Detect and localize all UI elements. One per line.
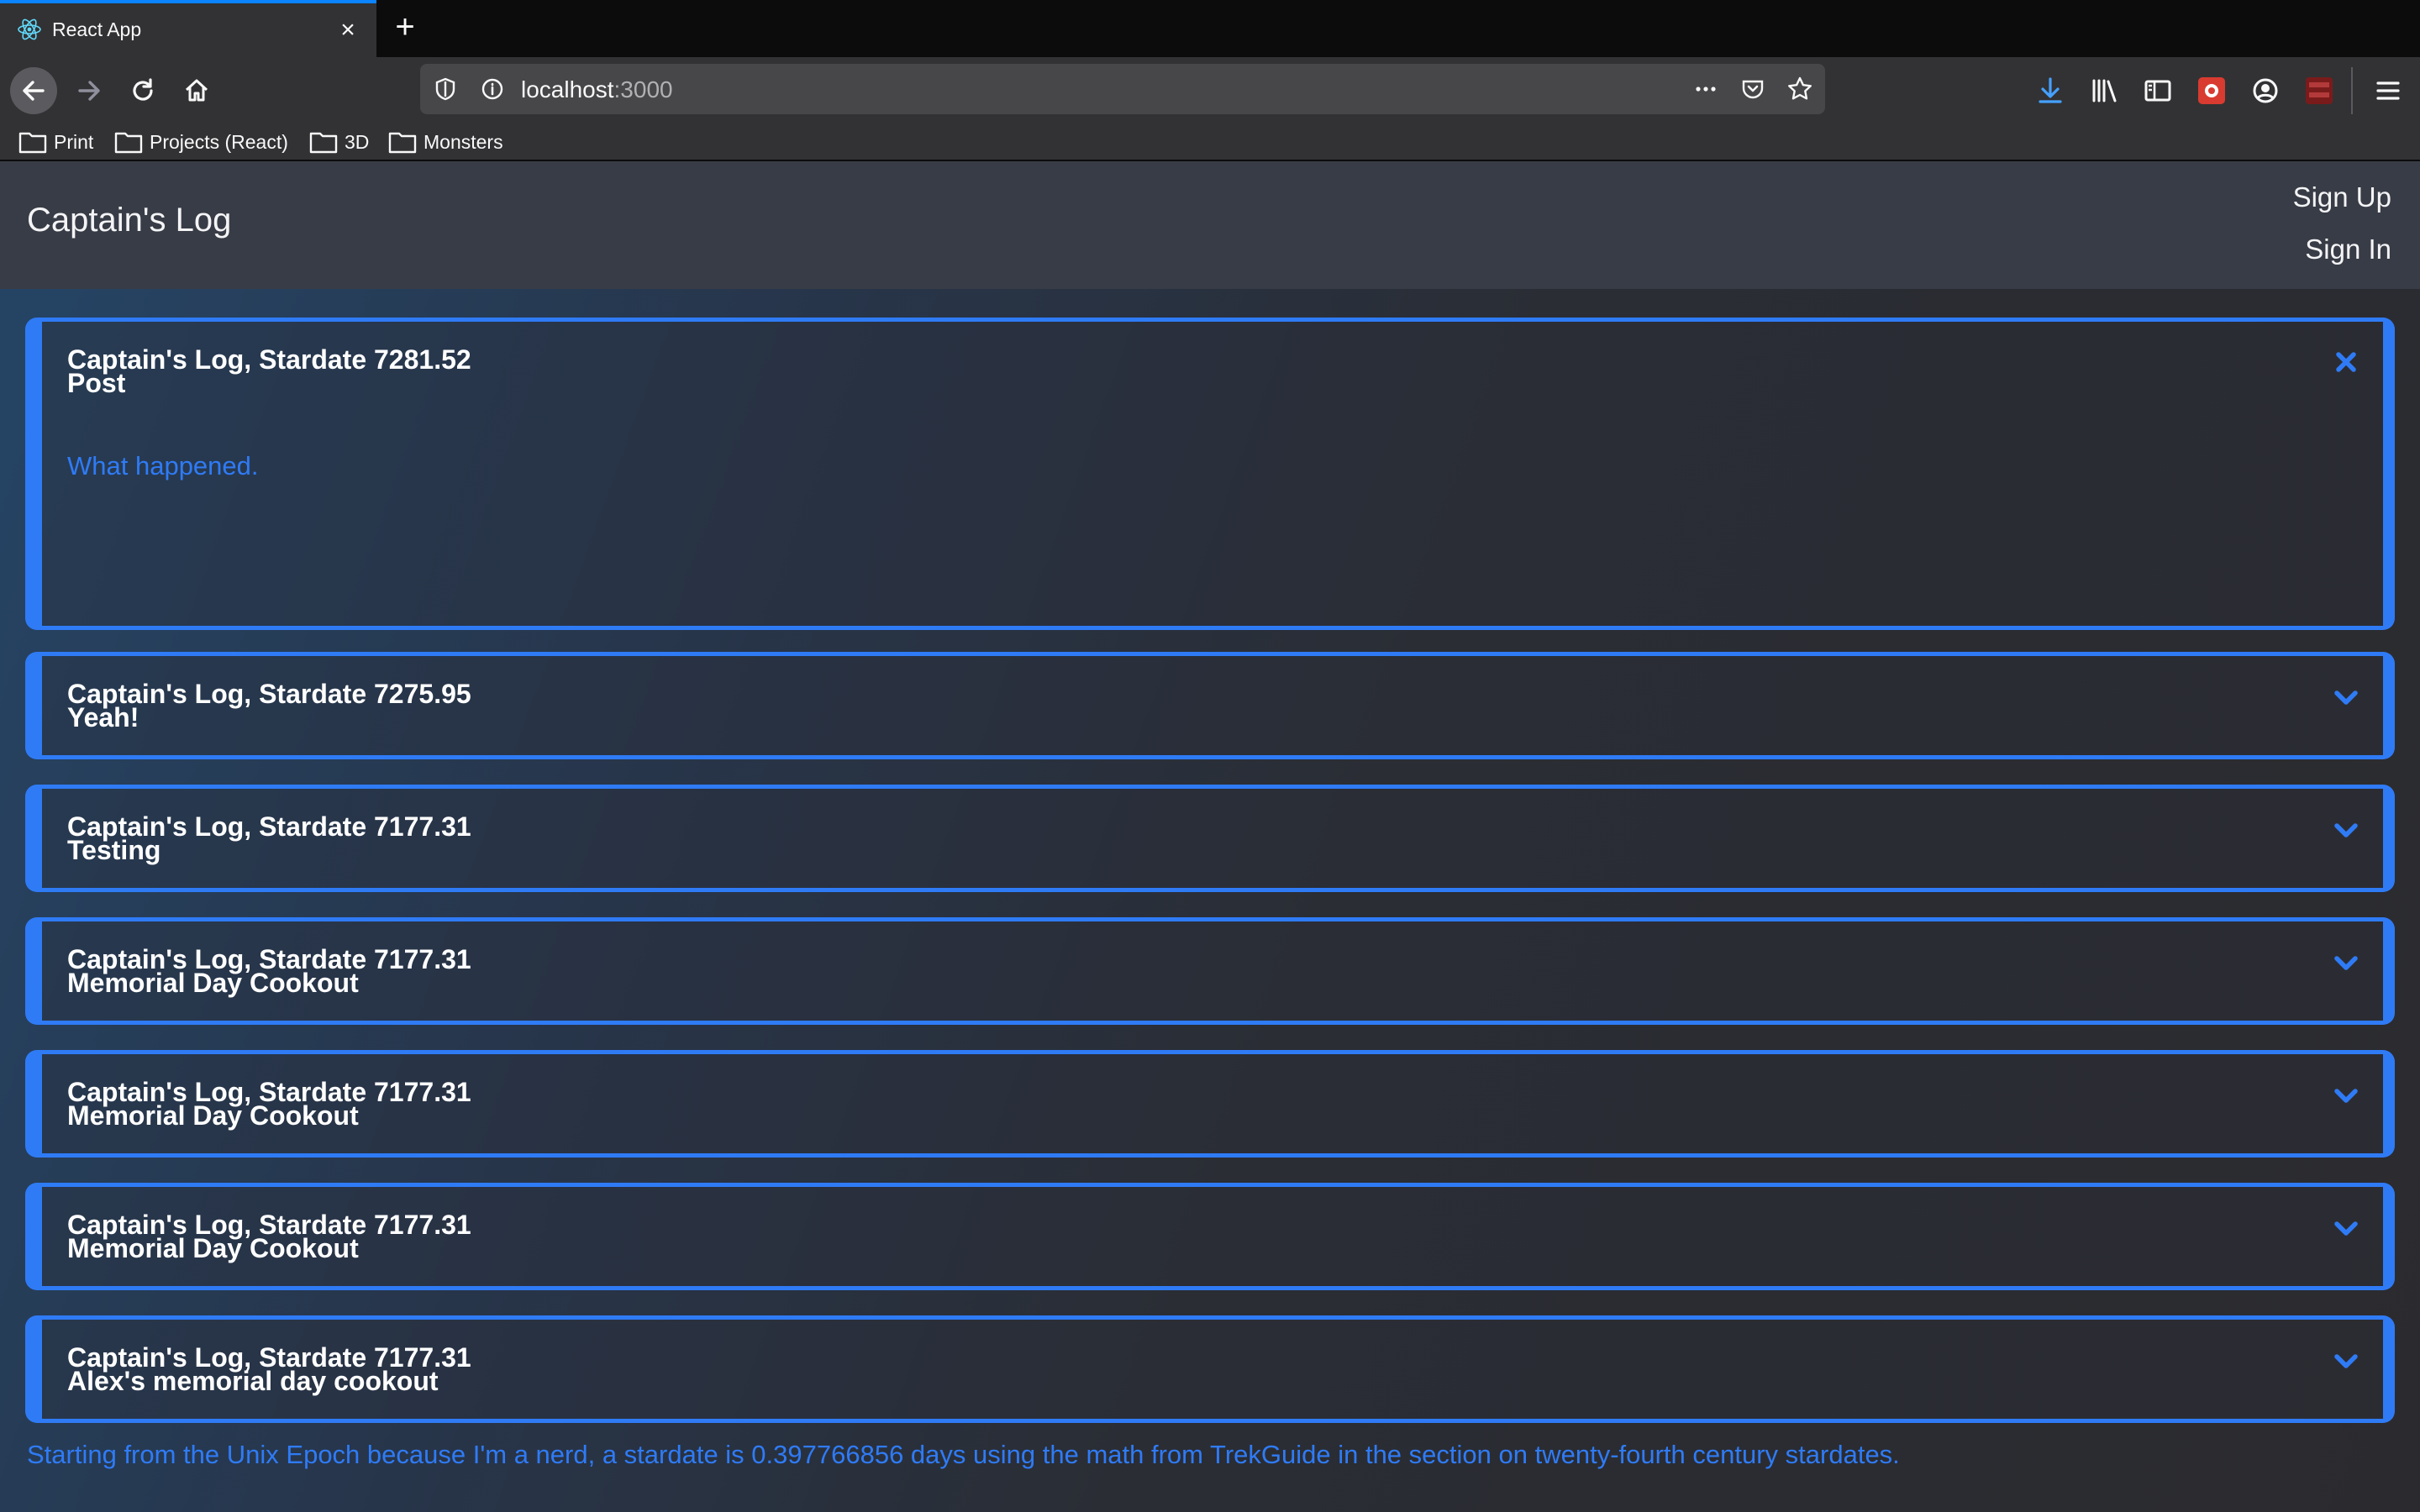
log-entry[interactable]: Captain's Log, Stardate 7177.31 Memorial… bbox=[25, 1183, 2395, 1290]
bookmark-folder-print[interactable]: Print bbox=[18, 128, 93, 156]
sidebar-icon[interactable] bbox=[2141, 74, 2175, 108]
browser-tab[interactable]: React App × bbox=[0, 0, 376, 57]
bookmark-star-icon[interactable] bbox=[1786, 76, 1813, 102]
entry-subtitle: Memorial Day Cookout bbox=[67, 1233, 359, 1263]
bookmark-label: Projects (React) bbox=[150, 130, 288, 153]
chevron-down-icon[interactable] bbox=[2331, 1214, 2361, 1244]
bookmark-label: Print bbox=[54, 130, 94, 153]
shield-icon[interactable] bbox=[432, 76, 459, 102]
entry-subtitle: Memorial Day Cookout bbox=[67, 968, 359, 998]
folder-icon bbox=[388, 132, 417, 154]
bookmark-label: Monsters bbox=[424, 130, 503, 153]
folder-icon bbox=[309, 132, 338, 154]
reload-button[interactable] bbox=[119, 67, 166, 114]
bookmark-label: 3D bbox=[345, 130, 370, 153]
app-header: Captain's Log Sign Up Sign In bbox=[0, 161, 2420, 289]
forward-button[interactable] bbox=[66, 67, 113, 114]
chevron-down-icon[interactable] bbox=[2331, 683, 2361, 713]
browser-tab-strip: React App × + bbox=[0, 0, 2420, 57]
entry-subtitle: Memorial Day Cookout bbox=[67, 1100, 359, 1131]
entry-subtitle: Alex's memorial day cookout bbox=[67, 1366, 439, 1396]
url-bar[interactable]: localhost:3000 bbox=[420, 64, 1825, 114]
bookmark-folder-monsters[interactable]: Monsters bbox=[388, 128, 503, 156]
chevron-down-icon[interactable] bbox=[2331, 948, 2361, 979]
entry-subtitle: Testing bbox=[67, 835, 161, 865]
info-icon[interactable] bbox=[479, 76, 506, 102]
home-button[interactable] bbox=[173, 67, 220, 114]
cors-extension-icon[interactable] bbox=[2302, 74, 2336, 108]
menu-icon[interactable] bbox=[2371, 74, 2405, 108]
reload-icon bbox=[133, 78, 153, 101]
entry-body: What happened. bbox=[67, 451, 259, 480]
chevron-down-icon[interactable] bbox=[2331, 816, 2361, 846]
more-actions-icon[interactable] bbox=[1692, 76, 1719, 102]
home-icon bbox=[185, 79, 208, 102]
downloads-icon[interactable] bbox=[2033, 74, 2067, 108]
url-text[interactable]: localhost:3000 bbox=[521, 76, 673, 103]
new-tab-icon[interactable]: + bbox=[388, 10, 422, 44]
entry-subtitle: Post bbox=[67, 368, 126, 398]
toolbar-divider bbox=[2351, 67, 2353, 114]
chevron-down-icon[interactable] bbox=[2331, 1347, 2361, 1377]
back-button[interactable] bbox=[10, 67, 57, 114]
log-entry[interactable]: Captain's Log, Stardate 7177.31 Memorial… bbox=[25, 1050, 2395, 1158]
bookmark-folder-projects[interactable]: Projects (React) bbox=[114, 128, 288, 156]
arrow-right-icon bbox=[78, 81, 100, 101]
log-entry[interactable]: Captain's Log, Stardate 7177.31 Memorial… bbox=[25, 917, 2395, 1025]
bookmarks-bar: Print Projects (React) 3D Monsters bbox=[0, 123, 2420, 161]
extension-icon[interactable] bbox=[2195, 74, 2228, 108]
log-entry[interactable]: Captain's Log, Stardate 7177.31 Testing bbox=[25, 785, 2395, 892]
page-content: Captain's Log Sign Up Sign In Captain's … bbox=[0, 161, 2420, 1512]
stardate-explanation: Starting from the Unix Epoch because I'm… bbox=[27, 1440, 1900, 1469]
account-icon[interactable] bbox=[2249, 74, 2282, 108]
library-icon[interactable] bbox=[2087, 74, 2121, 108]
folder-icon bbox=[114, 132, 143, 154]
entry-subtitle: Yeah! bbox=[67, 702, 139, 732]
react-logo-icon bbox=[18, 18, 41, 40]
log-entry[interactable]: Captain's Log, Stardate 7275.95 Yeah! bbox=[25, 652, 2395, 759]
bookmark-folder-3d[interactable]: 3D bbox=[309, 128, 369, 156]
close-icon[interactable] bbox=[2331, 347, 2361, 377]
sign-in-link[interactable]: Sign In bbox=[2305, 234, 2391, 265]
chevron-down-icon[interactable] bbox=[2331, 1081, 2361, 1111]
url-port: :3000 bbox=[613, 76, 673, 102]
url-host: localhost bbox=[521, 76, 614, 102]
pocket-icon[interactable] bbox=[1739, 76, 1766, 102]
brand-title[interactable]: Captain's Log bbox=[27, 202, 231, 239]
tab-close-icon[interactable]: × bbox=[333, 15, 363, 45]
log-entry[interactable]: Captain's Log, Stardate 7177.31 Alex's m… bbox=[25, 1315, 2395, 1423]
sign-up-link[interactable]: Sign Up bbox=[2293, 181, 2391, 213]
folder-icon bbox=[18, 132, 47, 154]
entry-title: Captain's Log, Stardate 7281.52 bbox=[67, 344, 471, 375]
tab-title: React App bbox=[52, 18, 142, 40]
browser-toolbar: localhost:3000 bbox=[0, 57, 2420, 123]
arrow-left-icon bbox=[23, 81, 45, 101]
log-entry-expanded[interactable]: Captain's Log, Stardate 7281.52 Post Wha… bbox=[25, 318, 2395, 630]
